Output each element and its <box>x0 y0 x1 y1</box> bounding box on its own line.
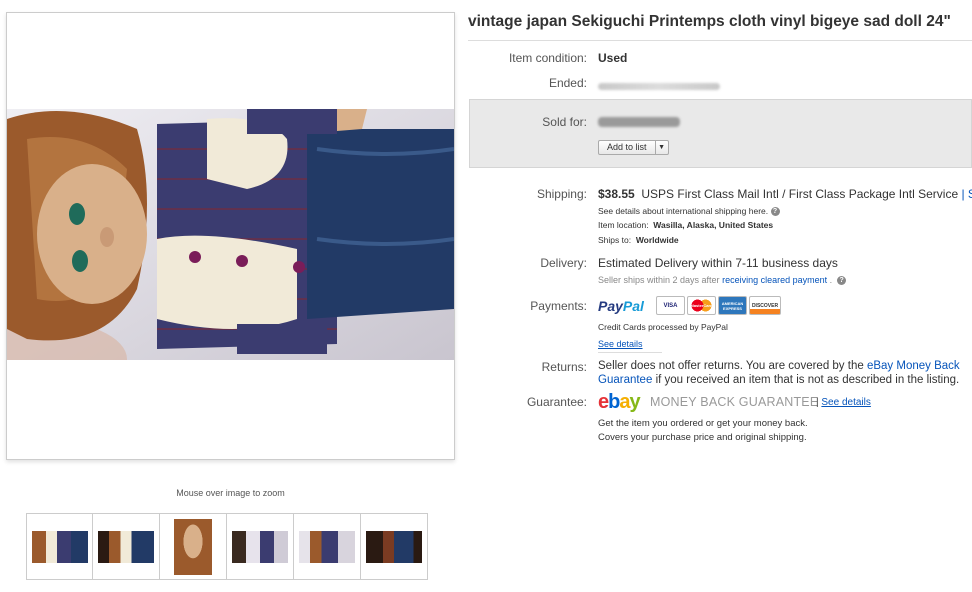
paypal-pal-text: Pal <box>622 298 644 314</box>
add-to-list-button[interactable]: Add to list ▼ <box>598 140 669 155</box>
condition-label: Item condition: <box>508 51 587 65</box>
condition-value: Used <box>598 51 628 65</box>
thumbnail-5[interactable] <box>294 513 361 580</box>
thumbnail-4[interactable] <box>227 513 294 580</box>
doll-photo[interactable] <box>7 109 454 360</box>
item-location-value: Wasilla, Alaska, United States <box>653 220 774 230</box>
ebay-logo-e: e <box>598 391 609 413</box>
thumbnail-6[interactable] <box>361 513 428 580</box>
shipping-details-text[interactable]: See details about international shipping… <box>598 206 768 216</box>
shipping-details-note: See details about international shipping… <box>598 206 780 217</box>
returns-text-1: Seller does not offer returns. You are c… <box>598 360 864 372</box>
seller-ships-suffix: . <box>829 275 833 285</box>
delivery-label: Delivery: <box>540 256 587 270</box>
listing-title: vintage japan Sekiguchi Printemps cloth … <box>468 13 951 30</box>
main-image-viewer[interactable] <box>6 12 455 460</box>
payments-divider <box>598 352 662 353</box>
sold-price-redacted <box>598 116 680 130</box>
paypal-pay-text: Pay <box>598 298 623 314</box>
guarantee-see-details-link[interactable]: See details <box>821 397 870 408</box>
ended-label: Ended: <box>548 76 587 90</box>
shipping-see-link[interactable]: | See <box>961 187 972 201</box>
payments-see-details-link[interactable]: See details <box>598 339 643 349</box>
guarantee-see-details: | See details <box>816 397 871 408</box>
seller-ships-note: Seller ships within 2 days after receivi… <box>598 275 847 286</box>
mastercard-icon: MasterCard <box>687 296 716 315</box>
ships-to-value: Worldwide <box>635 235 679 245</box>
thumbnail-1[interactable] <box>26 513 93 580</box>
seller-ships-text: Seller ships within 2 days after <box>598 275 720 285</box>
delivery-value: Estimated Delivery within 7-11 business … <box>598 256 838 270</box>
thumbnail-2[interactable] <box>93 513 160 580</box>
sold-price-box <box>469 99 972 168</box>
help-icon[interactable]: ? <box>837 276 847 286</box>
item-location: Item location: Wasilla, Alaska, United S… <box>598 220 773 230</box>
credit-cards-note: Credit Cards processed by PayPal <box>598 322 728 332</box>
ebay-logo: ebay <box>598 391 641 414</box>
chevron-down-icon[interactable]: ▼ <box>654 141 668 154</box>
discover-card-icon: DISCOVER <box>749 296 781 315</box>
visa-card-icon: VISA <box>656 296 685 315</box>
title-divider <box>468 40 972 41</box>
ships-to-label: Ships to: <box>598 235 632 245</box>
thumbnail-strip <box>26 513 428 580</box>
returns-label: Returns: <box>541 360 587 374</box>
returns-text-2: if you received an item that is not as d… <box>655 374 960 386</box>
guarantee-link[interactable]: Guarantee <box>598 374 652 386</box>
ended-value-redacted <box>598 79 720 93</box>
amex-card-icon: AMERICAN EXPRESS <box>718 296 747 315</box>
help-icon[interactable]: ? <box>770 207 780 217</box>
money-back-link[interactable]: eBay Money Back <box>867 360 960 372</box>
sold-for-label: Sold for: <box>542 115 587 129</box>
ebay-logo-b: b <box>608 391 620 413</box>
guarantee-separator: | <box>816 397 819 408</box>
shipping-service: USPS First Class Mail Intl / First Class… <box>641 187 959 201</box>
ebay-logo-y: y <box>629 391 640 413</box>
item-location-label: Item location: <box>598 220 649 230</box>
paypal-logo: PayPal <box>598 298 644 314</box>
zoom-hint: Mouse over image to zoom <box>176 488 285 498</box>
ships-to: Ships to: Worldwide <box>598 235 679 245</box>
shipping-line: $38.55 USPS First Class Mail Intl / Firs… <box>598 187 972 201</box>
thumbnail-3[interactable] <box>160 513 227 580</box>
guarantee-line-1: Get the item you ordered or get your mon… <box>598 418 808 429</box>
add-to-list-label: Add to list <box>607 142 647 152</box>
doll-photo-illustration <box>7 109 454 360</box>
money-back-guarantee-text: MONEY BACK GUARANTEE <box>650 395 819 409</box>
guarantee-line-2: Covers your purchase price and original … <box>598 432 807 443</box>
ebay-logo-a: a <box>619 391 630 413</box>
shipping-label: Shipping: <box>536 187 587 201</box>
guarantee-label: Guarantee: <box>526 395 587 409</box>
cleared-payment-link[interactable]: receiving cleared payment <box>722 275 827 285</box>
returns-text: Seller does not offer returns. You are c… <box>598 359 970 387</box>
payments-label: Payments: <box>530 299 587 313</box>
shipping-price: $38.55 <box>598 187 635 201</box>
